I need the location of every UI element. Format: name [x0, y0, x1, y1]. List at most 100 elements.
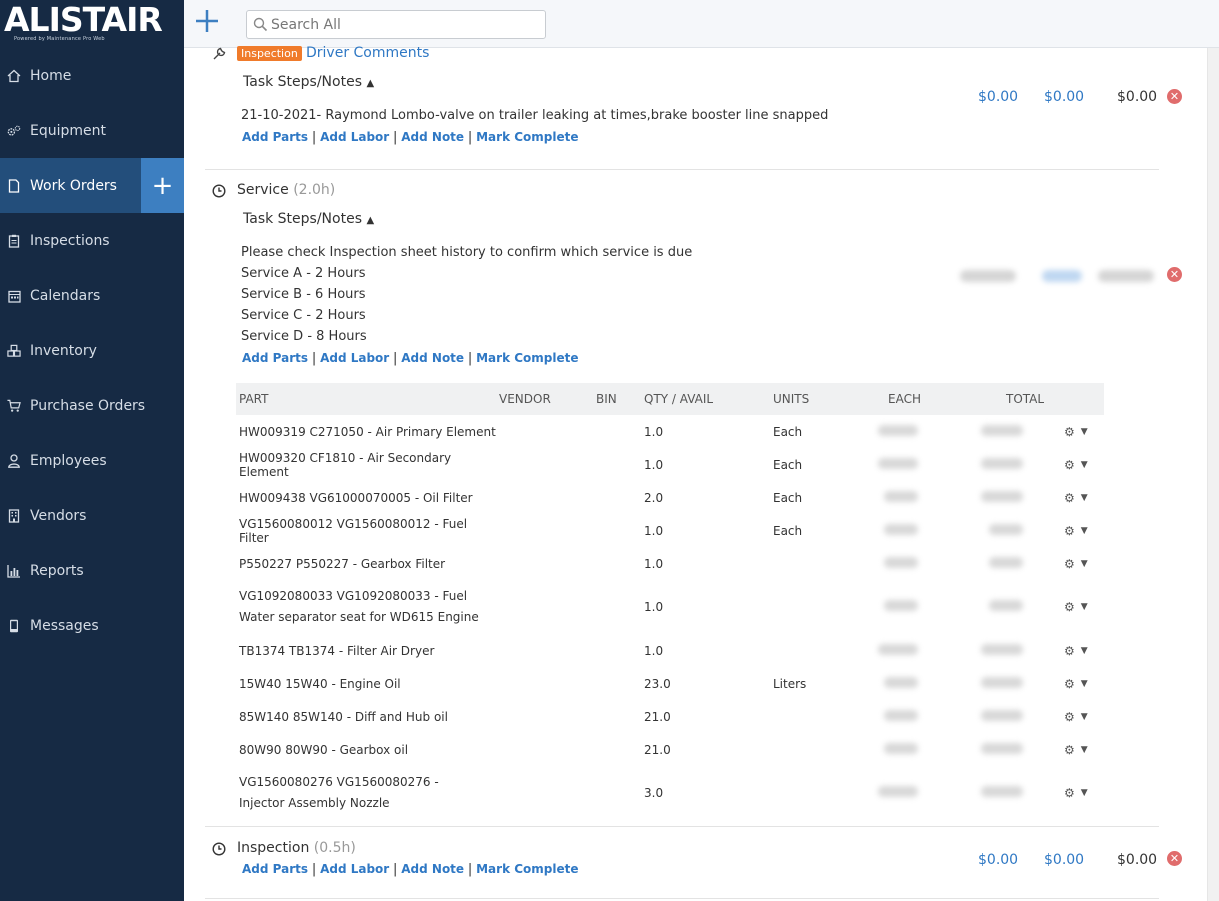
scrollbar[interactable] [1207, 48, 1219, 901]
caret-up-icon: ▲ [366, 78, 375, 89]
part-name: HW009320 CF1810 - Air Secondary Element [239, 450, 452, 479]
table-row: VG1560080276 VG1560080276 - Injector Ass… [236, 766, 1104, 820]
sidebar-item-vendors[interactable]: Vendors [0, 488, 184, 543]
table-row: VG1092080033 VG1092080033 - Fuel Water s… [236, 580, 1104, 634]
sidebar-item-employees[interactable]: Employees [0, 433, 184, 488]
mark-complete-link[interactable]: Mark Complete [476, 130, 578, 144]
sidebar-item-home[interactable]: Home [0, 48, 184, 103]
task-name: Inspection [237, 840, 310, 856]
part-units [770, 580, 885, 634]
user-icon [7, 453, 21, 468]
new-work-order-button[interactable]: + [141, 158, 184, 213]
sidebar-item-label: Purchase Orders [30, 397, 146, 414]
task-steps-toggle[interactable]: Task Steps/Notes ▲ [243, 74, 374, 90]
delete-task-button[interactable]: ✕ [1167, 89, 1182, 104]
row-options-button[interactable]: ⚙ ▼ [1064, 743, 1088, 757]
table-header-row: PART VENDOR BIN QTY / AVAIL UNITS EACH T… [236, 383, 1104, 415]
part-units [770, 634, 885, 667]
task-note: 21-10-2021- Raymond Lombo-valve on trail… [241, 108, 829, 123]
task-steps-label: Task Steps/Notes [243, 74, 362, 90]
redacted-each [884, 556, 918, 568]
task-note: Please check Inspection sheet history to… [241, 245, 693, 260]
part-units: Each [773, 424, 803, 439]
delete-task-button[interactable]: ✕ [1167, 267, 1182, 282]
row-options-button[interactable]: ⚙ ▼ [1064, 644, 1088, 658]
add-parts-link[interactable]: Add Parts [242, 862, 308, 876]
column-header: VENDOR [496, 383, 593, 415]
sidebar-item-calendars[interactable]: Calendars [0, 268, 184, 323]
task-title: Inspection (0.5h) [237, 840, 356, 856]
action-separator: | [393, 862, 398, 877]
row-options-button[interactable]: ⚙ ▼ [1064, 491, 1088, 505]
redacted-total [989, 523, 1023, 535]
add-labor-link[interactable]: Add Labor [320, 351, 389, 365]
sidebar-item-reports[interactable]: Reports [0, 543, 184, 598]
sidebar-item-equipment[interactable]: Equipment [0, 103, 184, 158]
add-note-link[interactable]: Add Note [401, 351, 464, 365]
row-options-button[interactable]: ⚙ ▼ [1064, 524, 1088, 538]
gear-icon: ⚙ [1064, 786, 1075, 800]
task-total: $0.00 [1117, 89, 1158, 105]
labor-cost[interactable]: $0.00 [1044, 89, 1084, 105]
clock-icon [212, 842, 226, 860]
redacted-each [878, 424, 918, 436]
add-parts-link[interactable]: Add Parts [242, 351, 308, 365]
row-options-button[interactable]: ⚙ ▼ [1064, 786, 1088, 800]
sidebar-item-work-orders[interactable]: Work Orders + [0, 158, 184, 213]
row-options-button[interactable]: ⚙ ▼ [1064, 710, 1088, 724]
column-header-actions [1061, 383, 1104, 415]
part-units: Liters [773, 676, 807, 691]
sidebar-item-inventory[interactable]: Inventory [0, 323, 184, 378]
row-options-button[interactable]: ⚙ ▼ [1064, 458, 1088, 472]
quick-add-button[interactable] [194, 4, 220, 42]
close-icon: ✕ [1169, 852, 1180, 865]
part-units [770, 733, 885, 766]
redacted-total [989, 600, 1023, 611]
part-name: VG1092080033 VG1092080033 - Fuel Water s… [239, 589, 479, 624]
top-bar [184, 0, 1219, 48]
gear-icon: ⚙ [1064, 490, 1075, 505]
labor-cost[interactable]: $0.00 [1044, 852, 1084, 868]
divider [205, 898, 1159, 899]
app-logo[interactable]: ALISTAIR Powered by Maintenance Pro Web [0, 0, 184, 48]
table-row: TB1374 TB1374 - Filter Air Dryer 1.0 ⚙ ▼ [236, 634, 1104, 667]
add-parts-link[interactable]: Add Parts [242, 130, 308, 144]
mark-complete-link[interactable]: Mark Complete [476, 862, 578, 876]
caret-down-icon: ▼ [1080, 788, 1088, 798]
column-header: BIN [593, 383, 641, 415]
task-hours: (0.5h) [313, 840, 356, 856]
redacted-each [884, 600, 918, 611]
sidebar: ALISTAIR Powered by Maintenance Pro Web … [0, 0, 184, 901]
inspection-badge: Inspection [237, 46, 302, 61]
sidebar-item-purchase-orders[interactable]: Purchase Orders [0, 378, 184, 433]
part-units: Each [773, 490, 803, 505]
sidebar-item-inspections[interactable]: Inspections [0, 213, 184, 268]
redacted-total [981, 457, 1023, 469]
add-note-link[interactable]: Add Note [401, 862, 464, 876]
redacted-total [981, 742, 1023, 754]
caret-down-icon: ▼ [1080, 459, 1088, 470]
part-qty: 21.0 [644, 709, 671, 724]
table-row: P550227 P550227 - Gearbox Filter 1.0 ⚙ ▼ [236, 547, 1104, 580]
redacted-total [981, 490, 1023, 502]
mark-complete-link[interactable]: Mark Complete [476, 351, 578, 365]
task-steps-toggle[interactable]: Task Steps/Notes ▲ [243, 211, 374, 227]
driver-comments-link[interactable]: Driver Comments [306, 45, 429, 61]
delete-task-button[interactable]: ✕ [1167, 851, 1182, 866]
sidebar-item-messages[interactable]: Messages [0, 598, 184, 653]
row-options-button[interactable]: ⚙ ▼ [1064, 677, 1088, 691]
column-header: TOTAL [1003, 383, 1061, 415]
row-options-button[interactable]: ⚙ ▼ [1064, 557, 1088, 571]
row-options-button[interactable]: ⚙ ▼ [1064, 600, 1088, 614]
add-note-link[interactable]: Add Note [401, 130, 464, 144]
add-labor-link[interactable]: Add Labor [320, 130, 389, 144]
task-note: Service D - 8 Hours [241, 329, 367, 344]
redacted-total [981, 676, 1023, 688]
row-options-button[interactable]: ⚙ ▼ [1064, 425, 1088, 439]
action-separator: | [467, 862, 473, 877]
search-input[interactable] [271, 14, 541, 35]
part-name: 80W90 80W90 - Gearbox oil [239, 742, 409, 757]
part-name: VG1560080012 VG1560080012 - Fuel Filter [239, 516, 468, 545]
add-labor-link[interactable]: Add Labor [320, 862, 389, 876]
redacted-task-total [1098, 270, 1154, 282]
